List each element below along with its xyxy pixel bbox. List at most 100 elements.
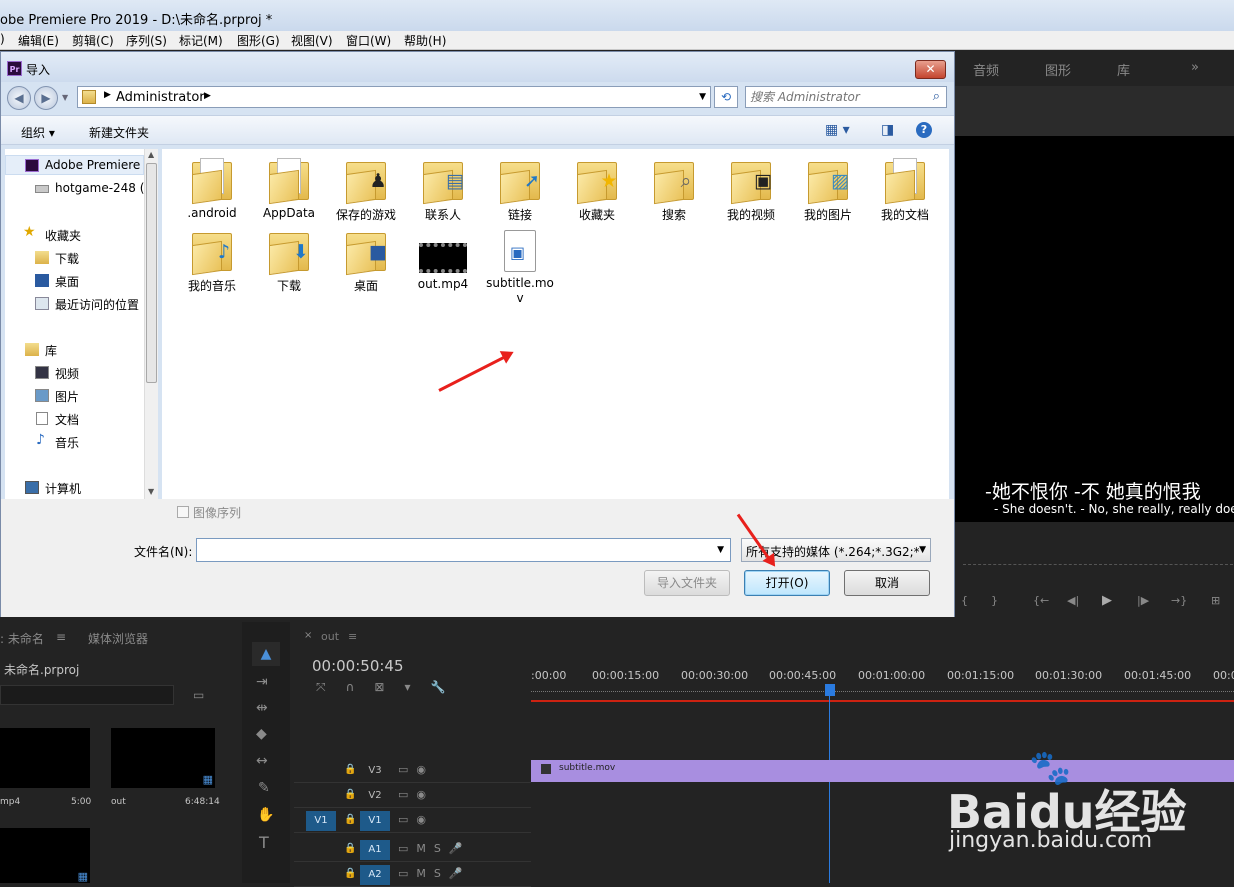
file-item-searches[interactable]: ⌕ 搜索	[640, 152, 708, 222]
file-item-favorites[interactable]: ★ 收藏夹	[563, 152, 631, 222]
menu-edit[interactable]: 编辑(E)	[18, 32, 59, 49]
organize-button[interactable]: 组织 ▾	[21, 124, 55, 141]
menu-graphics[interactable]: 图形(G)	[237, 32, 280, 49]
track-toggle-icons[interactable]: ▭◉	[398, 813, 434, 826]
playhead-handle[interactable]	[825, 684, 835, 696]
nav-item-adobe-premiere[interactable]: Adobe Premiere	[45, 158, 140, 172]
tab-audio[interactable]: 音频	[973, 60, 999, 79]
file-item-downloads[interactable]: ⬇ 下载	[255, 223, 323, 293]
mark-in-icon[interactable]: {	[961, 594, 968, 607]
new-bin-icon[interactable]: ▭	[193, 688, 204, 702]
track-v1[interactable]: V1 🔒 V1 ▭◉	[294, 809, 531, 833]
nav-item-recent[interactable]: 最近访问的位置	[55, 296, 139, 313]
track-toggle-icons[interactable]: ▭MS🎤	[398, 867, 471, 880]
image-sequence-checkbox[interactable]	[177, 506, 189, 518]
search-box[interactable]: ⌕	[745, 86, 947, 108]
filename-field[interactable]: ▼	[196, 538, 731, 562]
source-patch[interactable]: V1	[306, 811, 336, 831]
file-item-android[interactable]: .android	[178, 152, 246, 222]
help-icon[interactable]: ?	[916, 122, 932, 138]
timeline-tool-icons[interactable]: ⤧∩⊠▾🔧	[316, 680, 465, 695]
address-bar[interactable]: ▶ Administrator ▶ ▼	[77, 86, 711, 108]
new-folder-button[interactable]: 新建文件夹	[89, 124, 149, 141]
close-button[interactable]: ✕	[915, 60, 946, 79]
nav-item-libraries[interactable]: 库	[45, 342, 57, 359]
razor-tool-icon[interactable]: ◆	[256, 726, 267, 742]
timeline-tab[interactable]: out	[321, 630, 339, 643]
recent-dropdown-icon[interactable]: ▼	[62, 93, 68, 102]
lock-icon[interactable]: 🔒	[344, 868, 356, 879]
import-folder-button[interactable]: 导入文件夹	[644, 570, 730, 596]
file-item-my-music[interactable]: ♪ 我的音乐	[178, 223, 246, 293]
file-item-my-pictures[interactable]: ▨ 我的图片	[794, 152, 862, 222]
nav-item-documents[interactable]: 文档	[55, 411, 79, 428]
preview-pane-icon[interactable]: ◨	[881, 122, 894, 138]
search-input[interactable]	[750, 89, 920, 105]
file-item-appdata[interactable]: AppData	[255, 152, 323, 222]
menu-file[interactable]: )	[0, 32, 5, 46]
view-options-icon[interactable]: ▦ ▾	[825, 122, 850, 138]
menu-help[interactable]: 帮助(H)	[404, 32, 446, 49]
track-a1[interactable]: 🔒 A1 ▭MS🎤	[294, 838, 531, 862]
nav-item-pictures[interactable]: 图片	[55, 388, 79, 405]
nav-item-computer[interactable]: 计算机	[45, 480, 81, 497]
tab-graphics[interactable]: 图形	[1045, 60, 1071, 79]
close-tab-icon[interactable]: ×	[304, 630, 312, 641]
play-icon[interactable]: ▶	[1102, 593, 1112, 608]
selection-tool-icon[interactable]: ▲	[252, 642, 280, 666]
back-icon[interactable]: ◀	[7, 86, 31, 110]
forward-icon[interactable]: ▶	[34, 86, 58, 110]
scrollbar-thumb[interactable]	[146, 163, 157, 383]
filename-dropdown-icon[interactable]: ▼	[717, 545, 724, 555]
step-forward-icon[interactable]: |▶	[1137, 594, 1149, 607]
file-item-contacts[interactable]: ▤ 联系人	[409, 152, 477, 222]
file-item-links[interactable]: ➚ 链接	[486, 152, 554, 222]
step-back-icon[interactable]: ◀|	[1067, 594, 1079, 607]
refresh-icon[interactable]: ⟲	[714, 86, 738, 108]
thumbnail[interactable]	[0, 728, 90, 788]
tabs-overflow-icon[interactable]: »	[1191, 60, 1199, 75]
nav-item-music[interactable]: 音乐	[55, 434, 79, 451]
project-search-input[interactable]	[0, 685, 174, 705]
lock-icon[interactable]: 🔒	[344, 789, 356, 800]
track-v2[interactable]: 🔒 V2 ▭◉	[294, 784, 531, 808]
insert-icon[interactable]: ⊞	[1211, 594, 1220, 607]
file-item-my-videos[interactable]: ▣ 我的视频	[717, 152, 785, 222]
panel-menu-icon[interactable]: ≡	[56, 630, 66, 644]
slip-tool-icon[interactable]: ↔	[256, 753, 268, 769]
mark-out-icon[interactable]: }	[991, 594, 998, 607]
track-toggle-icons[interactable]: ▭◉	[398, 763, 434, 776]
menu-window[interactable]: 窗口(W)	[346, 32, 391, 49]
tab-libraries[interactable]: 库	[1117, 60, 1130, 79]
track-toggle-icons[interactable]: ▭MS🎤	[398, 842, 471, 855]
go-to-out-icon[interactable]: →}	[1171, 594, 1187, 607]
track-a2[interactable]: 🔒 A2 ▭MS🎤	[294, 863, 531, 887]
scroll-up-icon[interactable]: ▲	[148, 150, 154, 159]
lock-icon[interactable]: 🔒	[344, 843, 356, 854]
menu-clip[interactable]: 剪辑(C)	[72, 32, 114, 49]
file-item-subtitle-mov[interactable]: ▣ subtitle.mov	[486, 223, 554, 305]
file-item-my-documents[interactable]: 我的文档	[871, 152, 939, 222]
address-dropdown-icon[interactable]: ▼	[699, 92, 706, 102]
file-type-dropdown-icon[interactable]: ▼	[919, 545, 926, 555]
nav-item-hotgame[interactable]: hotgame-248 (	[55, 181, 144, 195]
address-path[interactable]: Administrator	[116, 90, 205, 105]
open-button[interactable]: 打开(O)	[744, 570, 830, 596]
cancel-button[interactable]: 取消	[844, 570, 930, 596]
tab-media-browser[interactable]: 媒体浏览器	[88, 630, 148, 647]
timecode[interactable]: 00:00:50:45	[312, 657, 404, 675]
track-select-tool-icon[interactable]: ⇥	[256, 674, 268, 690]
type-tool-icon[interactable]: T	[259, 833, 269, 852]
file-item-desktop[interactable]: ■ 桌面	[332, 223, 400, 293]
nav-item-favorites[interactable]: 收藏夹	[45, 227, 81, 244]
track-v3[interactable]: 🔒 V3 ▭◉	[294, 759, 531, 783]
file-item-out-mp4[interactable]: out.mp4	[409, 223, 477, 293]
lock-icon[interactable]: 🔒	[344, 814, 356, 825]
nav-scrollbar[interactable]: ▲ ▼	[144, 149, 158, 499]
search-icon[interactable]: ⌕	[933, 89, 940, 104]
menu-markers[interactable]: 标记(M)	[179, 32, 223, 49]
ripple-edit-tool-icon[interactable]: ⇹	[256, 700, 268, 716]
hand-tool-icon[interactable]: ✋	[257, 807, 274, 823]
thumbnail[interactable]: ▦	[111, 728, 215, 788]
thumbnail[interactable]: ▦	[0, 828, 90, 883]
